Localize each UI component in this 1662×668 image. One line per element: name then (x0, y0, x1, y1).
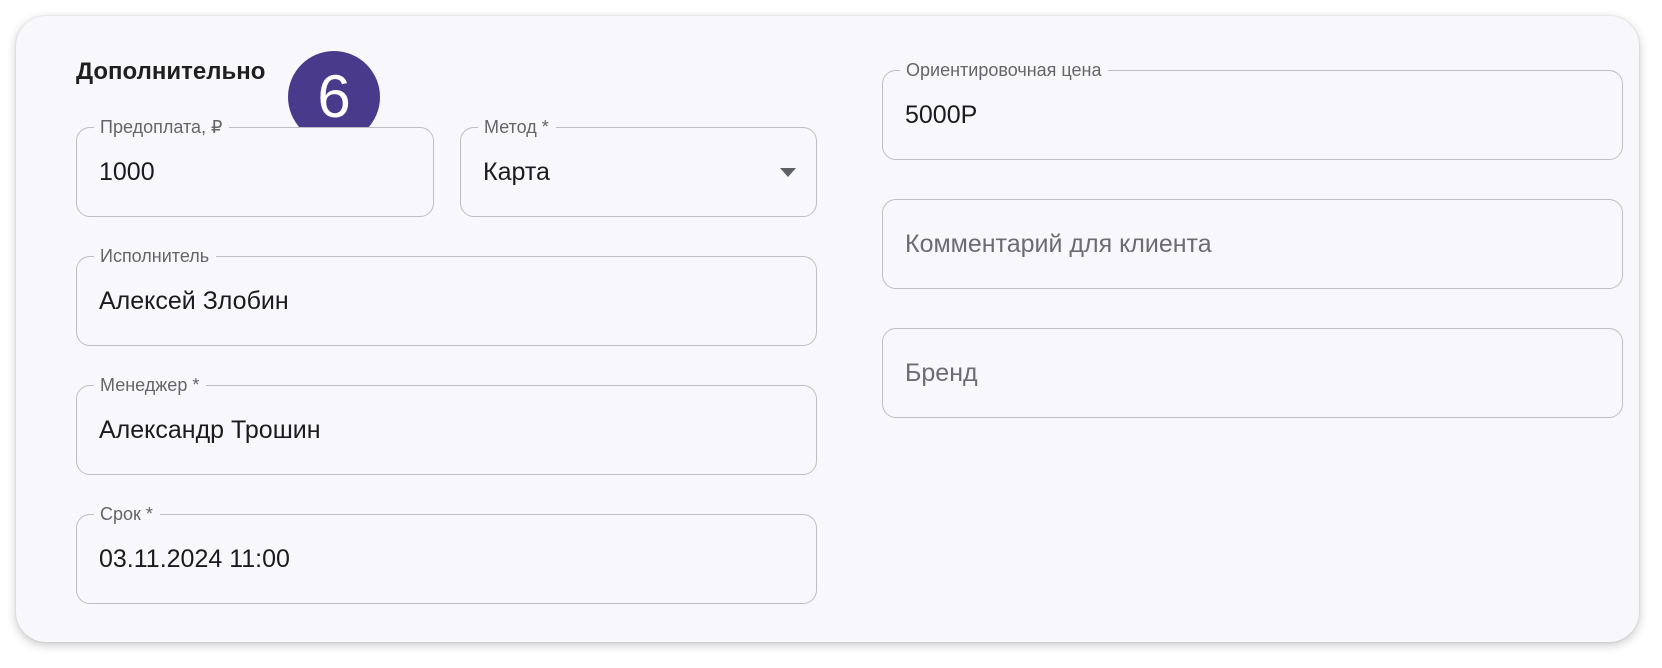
client-comment-field[interactable]: Комментарий для клиента (882, 199, 1623, 289)
section-title: Дополнительно (76, 58, 266, 85)
brand-placeholder[interactable]: Бренд (905, 329, 978, 417)
deadline-value[interactable]: 03.11.2024 11:00 (99, 515, 290, 603)
prepayment-value[interactable]: 1000 (99, 128, 155, 216)
deadline-field[interactable]: Срок * 03.11.2024 11:00 (76, 503, 817, 604)
manager-field[interactable]: Менеджер * Александр Трошин (76, 374, 817, 475)
executor-value[interactable]: Алексей Злобин (99, 257, 289, 345)
caret-down-icon[interactable] (780, 168, 796, 177)
payment-method-value[interactable]: Карта (483, 128, 550, 216)
estimated-price-field[interactable]: Ориентировочная цена 5000Р (882, 59, 1623, 160)
brand-field[interactable]: Бренд (882, 328, 1623, 418)
estimated-price-value[interactable]: 5000Р (905, 71, 977, 159)
payment-method-select[interactable]: Метод * Карта (460, 116, 817, 217)
executor-field[interactable]: Исполнитель Алексей Злобин (76, 245, 817, 346)
prepayment-field[interactable]: Предоплата, ₽ 1000 (76, 116, 434, 217)
additional-info-card: Дополнительно 6 Предоплата, ₽ 1000 Метод… (16, 16, 1639, 642)
client-comment-placeholder[interactable]: Комментарий для клиента (905, 200, 1212, 288)
manager-value[interactable]: Александр Трошин (99, 386, 321, 474)
